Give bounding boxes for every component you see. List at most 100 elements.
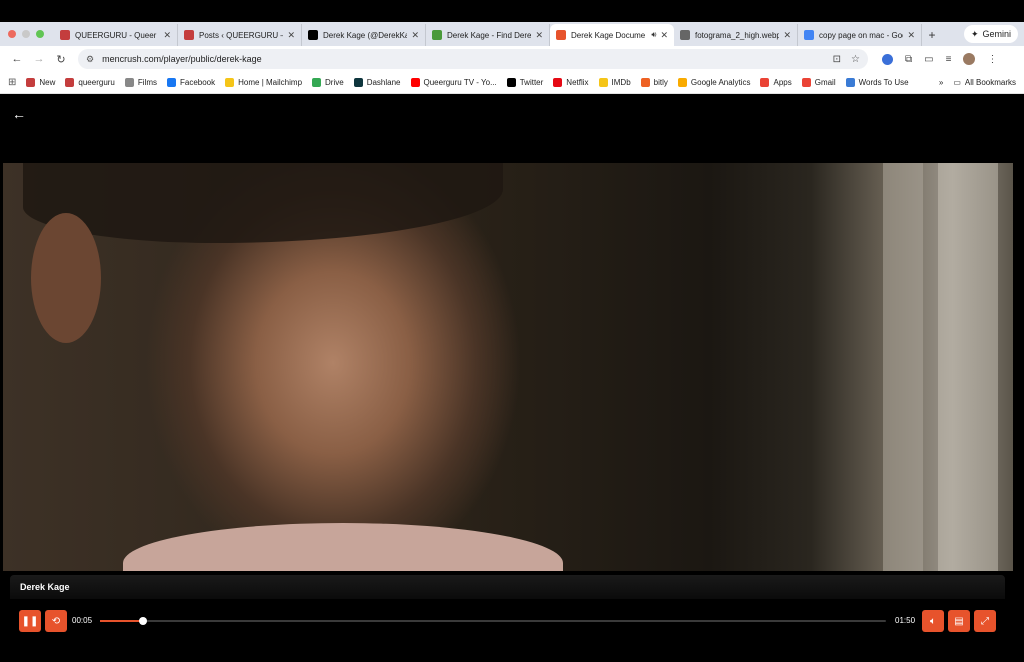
bookmark-favicon-icon [598, 78, 608, 87]
bookmark-item[interactable]: Gmail [801, 78, 836, 87]
tab-bar: QUEERGURU - Queer Me✕Posts ‹ QUEERGURU —… [0, 22, 1024, 46]
minimize-window-button[interactable] [22, 30, 30, 38]
tab-5[interactable]: fotograma_2_high.webp ✕ [674, 24, 798, 46]
pause-button[interactable]: ❚❚ [19, 610, 41, 632]
bookmark-item[interactable]: Facebook [167, 78, 215, 87]
fullscreen-icon: ⤢ [981, 615, 989, 627]
back-arrow-icon[interactable]: ← [6, 48, 28, 70]
site-info-icon[interactable]: ⚙ [86, 54, 94, 65]
video-scene-hair [23, 163, 503, 243]
more-bookmarks-icon[interactable]: » [939, 78, 943, 87]
video-title: Derek Kage [10, 575, 1005, 599]
bookmarks-bar: ⊞ New queerguru Films Facebook Home | Mailch… [0, 72, 1024, 94]
seek-handle[interactable] [139, 617, 148, 625]
bookmark-favicon-icon [640, 78, 650, 87]
video-player: ← Derek Kage ❚❚ ⟲ 00:05 01:50 🔈︎ ▤ ⤢ [0, 94, 1024, 662]
bookmark-favicon-icon [801, 78, 811, 87]
video-scene-window-light [938, 163, 998, 571]
media-control-icon[interactable]: ≡ [946, 54, 952, 65]
speaker-icon[interactable]: 🔊︎ [651, 30, 656, 40]
bookmark-star-icon[interactable]: ☆ [851, 54, 860, 65]
tab-4[interactable]: Derek Kage Docume 🔊︎ ✕ [550, 24, 674, 46]
gemini-button[interactable]: ✦ Gemini [963, 25, 1018, 43]
close-tab-icon[interactable]: ✕ [287, 30, 295, 41]
video-scene-ear [31, 213, 101, 343]
seek-bar[interactable] [100, 617, 886, 625]
tab-3[interactable]: Derek Kage - Find Dere ✕ [426, 24, 550, 46]
x-icon [308, 30, 318, 40]
tab-label: QUEERGURU - Queer Me [75, 30, 159, 40]
bookmark-favicon-icon [167, 78, 176, 87]
all-bookmarks-button[interactable]: ▭ All Bookmarks [953, 78, 1016, 87]
bookmark-label: Gmail [814, 78, 836, 87]
bookmark-favicon-icon [760, 78, 770, 87]
close-tab-icon[interactable]: ✕ [535, 30, 543, 41]
bookmark-label: IMDb [611, 78, 631, 87]
bookmark-item[interactable]: Home | Mailchimp [225, 78, 302, 87]
window-controls [0, 22, 54, 46]
bookmark-favicon-icon [506, 78, 516, 87]
close-window-button[interactable] [8, 30, 16, 38]
extension-icon[interactable] [882, 53, 893, 65]
puzzle-icon[interactable]: ⧉ [905, 54, 912, 65]
video-frame[interactable] [3, 163, 1013, 571]
bookmark-label: bitly [653, 78, 668, 87]
omnibox[interactable]: ⚙ mencrush.com/player/public/derek-kage … [78, 49, 868, 69]
loop-button[interactable]: ⟲ [45, 610, 67, 632]
pause-icon: ❚❚ [21, 615, 39, 627]
tab-6[interactable]: copy page on mac - Goo ✕ [798, 24, 922, 46]
bookmark-label: Dashlane [366, 78, 401, 87]
tab-0[interactable]: QUEERGURU - Queer Me ✕ [54, 24, 178, 46]
findagrave-icon [432, 30, 442, 40]
bookmark-label: Words To Use [858, 78, 909, 87]
bookmark-item[interactable]: Dashlane [353, 78, 401, 87]
volume-icon: 🔈︎ [930, 615, 936, 627]
all-bookmarks-label: All Bookmarks [964, 78, 1016, 87]
tab-1[interactable]: Posts ‹ QUEERGURU — ✕ [178, 24, 302, 46]
bookmark-item[interactable]: New [26, 78, 55, 87]
bookmark-item[interactable]: Drive [312, 78, 344, 87]
back-arrow-icon[interactable]: ← [12, 106, 26, 122]
bookmark-favicon-icon [26, 78, 36, 87]
install-app-icon[interactable]: ⊡ [833, 54, 841, 65]
captions-button[interactable]: ▤ [948, 610, 970, 632]
close-tab-icon[interactable]: ✕ [783, 30, 791, 41]
bookmark-favicon-icon [553, 78, 563, 87]
bookmark-item[interactable]: queerguru [65, 78, 115, 87]
bookmark-item[interactable]: Queerguru TV - Yo... [410, 78, 497, 87]
bookmark-label: queerguru [78, 78, 115, 87]
side-panel-icon[interactable]: ▭ [924, 54, 933, 65]
seek-progress [100, 620, 144, 622]
zoom-window-button[interactable] [36, 30, 44, 38]
new-tab-button[interactable]: + [922, 24, 942, 46]
fullscreen-button[interactable]: ⤢ [974, 610, 996, 632]
close-tab-icon[interactable]: ✕ [411, 30, 419, 41]
menu-kebab-icon[interactable]: ⋮ [987, 54, 997, 65]
apps-grid-icon[interactable]: ⊞ [8, 77, 16, 88]
volume-button[interactable]: 🔈︎ [922, 610, 944, 632]
reload-icon[interactable]: ↻ [50, 48, 72, 70]
close-tab-icon[interactable]: ✕ [907, 30, 915, 41]
sparkle-icon: ✦ [970, 28, 979, 39]
folder-icon: ▭ [953, 78, 961, 87]
duration: 01:50 [895, 616, 916, 625]
bookmark-item[interactable]: IMDb [598, 78, 631, 87]
bookmark-item[interactable]: Google Analytics [677, 78, 750, 87]
close-tab-icon[interactable]: ✕ [660, 30, 668, 41]
queerguru-icon [184, 30, 194, 40]
tab-2[interactable]: Derek Kage (@DerekKag ✕ [302, 24, 426, 46]
bookmark-label: New [39, 78, 56, 87]
bookmark-item[interactable]: Apps [760, 78, 792, 87]
bookmark-favicon-icon [225, 78, 235, 87]
profile-avatar[interactable] [963, 53, 976, 65]
bookmark-favicon-icon [677, 78, 687, 87]
bookmark-item[interactable]: bitly [640, 78, 668, 87]
bookmark-item[interactable]: Netflix [553, 78, 589, 87]
bookmark-item[interactable]: Twitter [506, 78, 543, 87]
bookmark-favicon-icon [845, 78, 855, 87]
bookmark-item[interactable]: Films [124, 78, 157, 87]
bookmark-item[interactable]: Words To Use [845, 78, 909, 87]
forward-arrow-icon[interactable]: → [28, 48, 50, 70]
tab-label: copy page on mac - Goo [819, 30, 904, 40]
close-tab-icon[interactable]: ✕ [163, 30, 171, 41]
